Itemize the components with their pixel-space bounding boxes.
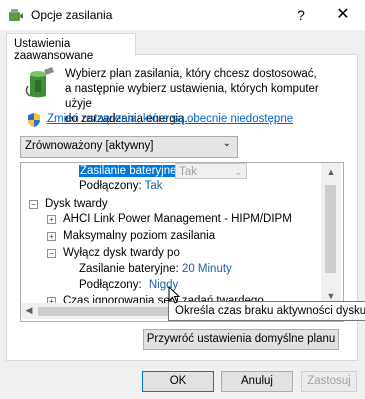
expand-icon[interactable]: + — [47, 215, 56, 224]
shield-icon — [28, 113, 40, 127]
chevron-down-icon: ⌄ — [234, 167, 242, 177]
battery-value-select[interactable]: Tak ⌄ — [175, 163, 247, 179]
tree-row-label: Zasilanie bateryjne: — [79, 165, 181, 177]
tree-row-label: Dysk twardy — [45, 198, 108, 210]
tree-row[interactable]: + AHCI Link Power Management - HIPM/DIPM — [47, 210, 292, 228]
cancel-button[interactable]: Anuluj — [221, 371, 293, 392]
tree-row-label: Podłączony: — [79, 279, 142, 291]
intro-line: Wybierz plan zasilania, który chcesz dos… — [65, 68, 317, 80]
help-button[interactable]: ? — [291, 4, 311, 26]
power-options-icon — [9, 9, 23, 21]
collapse-icon[interactable]: − — [47, 249, 56, 258]
tree-row-label: AHCI Link Power Management - HIPM/DIPM — [63, 213, 292, 225]
tree-row[interactable]: Podłączony: Tak — [79, 177, 163, 195]
tab-advanced-settings[interactable]: Ustawienia zaawansowane — [6, 33, 136, 62]
window-title: Opcje zasilania — [31, 8, 113, 22]
intro-line: a następnie wybierz ustawienia, których … — [65, 83, 319, 110]
apply-button[interactable]: Zastosuj — [301, 371, 357, 392]
chevron-down-icon: ⌄ — [222, 138, 231, 149]
tree-row[interactable]: + Maksymalny poziom zasilania — [47, 227, 215, 245]
restore-defaults-button[interactable]: Przywróć ustawienia domyślne planu — [143, 329, 339, 350]
tree-row-label: Maksymalny poziom zasilania — [63, 230, 216, 242]
power-plan-value: Zrównoważony [aktywny] — [25, 140, 154, 152]
expand-icon[interactable]: + — [47, 232, 56, 241]
power-plan-select[interactable]: Zrównoważony [aktywny] ⌄ — [20, 136, 238, 158]
tree-row-label: Wyłącz dysk twardy po — [63, 247, 180, 259]
scroll-up-icon[interactable]: ▲ — [325, 167, 337, 177]
change-settings-link[interactable]: Zmień ustawienia, które są obecnie niedo… — [47, 113, 293, 125]
collapse-icon[interactable]: − — [29, 200, 38, 209]
tree-row-label: Zasilanie bateryjne: — [79, 263, 179, 275]
tree-row-value: 20 Minuty — [181, 263, 232, 275]
ok-button[interactable]: OK — [142, 371, 214, 392]
tree-row-value: Tak — [144, 180, 163, 192]
tab-label: Ustawienia zaawansowane — [14, 38, 94, 62]
tooltip: Określa czas braku aktywności dysku tw — [168, 301, 365, 321]
battery-plug-icon — [25, 67, 54, 98]
scroll-down-icon[interactable]: ▼ — [325, 291, 337, 301]
mouse-cursor-icon — [168, 286, 181, 304]
tree-row-label: Podłączony: — [79, 180, 142, 192]
vertical-scroll-thumb[interactable] — [325, 185, 336, 273]
scroll-left-icon[interactable]: ◀ — [24, 305, 34, 316]
battery-value: Tak — [179, 166, 197, 178]
close-button[interactable]: ✕ — [331, 4, 355, 26]
